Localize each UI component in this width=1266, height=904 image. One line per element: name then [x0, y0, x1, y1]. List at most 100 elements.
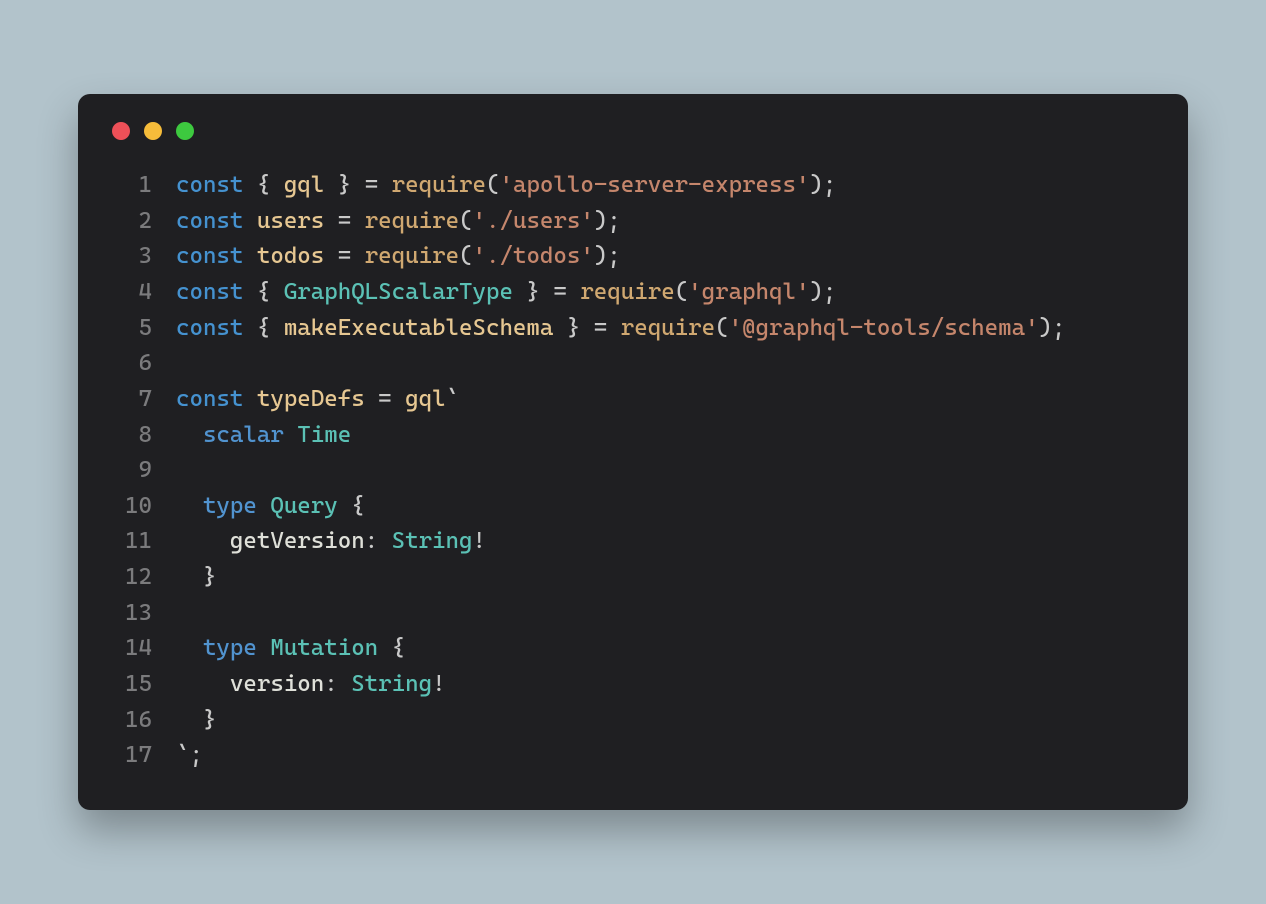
token-punct: ` — [446, 386, 459, 412]
code-content: const { gql } = require('apollo-server-e… — [176, 168, 836, 204]
code-content: const todos = require('./todos'); — [176, 239, 621, 275]
code-line: 15 version: String! — [108, 667, 1158, 703]
line-number: 13 — [108, 596, 152, 632]
token-ident: gql — [405, 386, 445, 412]
token-gqlkw: type — [203, 493, 257, 519]
token-punct: ! — [472, 528, 485, 554]
token-punct — [176, 493, 203, 519]
code-line: 13 — [108, 596, 1158, 632]
code-line: 10 type Query { — [108, 489, 1158, 525]
code-content: getVersion: String! — [176, 524, 486, 560]
token-punct: ); — [809, 172, 836, 198]
token-punct — [176, 422, 203, 448]
token-punct — [257, 493, 270, 519]
code-line: 2const users = require('./users'); — [108, 204, 1158, 240]
token-str: 'apollo-server-express' — [499, 172, 809, 198]
line-number: 3 — [108, 239, 152, 275]
token-gqlkw: type — [203, 635, 257, 661]
code-line: 17 `; — [108, 738, 1158, 774]
token-ident: todos — [257, 243, 324, 269]
line-number: 5 — [108, 311, 152, 347]
token-punct: } = — [513, 279, 580, 305]
line-number: 8 — [108, 418, 152, 454]
line-number: 1 — [108, 168, 152, 204]
code-line: 3 const todos = require('./todos'); — [108, 239, 1158, 275]
token-punct: { — [243, 279, 283, 305]
maximize-icon[interactable] — [176, 122, 194, 140]
code-line: 1 const { gql } = require('apollo-server-… — [108, 168, 1158, 204]
token-punct: ( — [486, 172, 499, 198]
line-number: 4 — [108, 275, 152, 311]
token-punct: ); — [809, 279, 836, 305]
code-line: 9 — [108, 453, 1158, 489]
token-punct: } = — [324, 172, 391, 198]
line-number: 15 — [108, 667, 152, 703]
token-str: './todos' — [473, 243, 594, 269]
code-content: const typeDefs = gql` — [176, 382, 459, 418]
token-punct — [176, 528, 230, 554]
token-kw: const — [176, 386, 243, 412]
code-line: 14 type Mutation { — [108, 631, 1158, 667]
token-punct — [243, 386, 256, 412]
token-punct: } = — [553, 315, 620, 341]
token-ident: users — [257, 208, 324, 234]
token-punct: = — [324, 243, 364, 269]
token-fn: require — [365, 243, 459, 269]
code-line: 4 const { GraphQLScalarType } = require('… — [108, 275, 1158, 311]
token-punct — [176, 671, 230, 697]
code-line: 12 } — [108, 560, 1158, 596]
token-punct — [243, 243, 256, 269]
token-punct: : — [365, 528, 392, 554]
line-number: 17 — [108, 738, 152, 774]
token-field: getVersion — [230, 528, 365, 554]
token-ident: gql — [284, 172, 324, 198]
token-punct: ); — [594, 208, 621, 234]
token-kw: const — [176, 279, 243, 305]
code-content: type Mutation { — [176, 631, 405, 667]
code-line: 5const { makeExecutableSchema } = requir… — [108, 311, 1158, 347]
code-line: 7 const typeDefs = gql` — [108, 382, 1158, 418]
code-line: 11 getVersion: String! — [108, 524, 1158, 560]
token-punct: `; — [176, 742, 203, 768]
line-number: 12 — [108, 560, 152, 596]
line-number: 2 — [108, 204, 152, 240]
token-punct: ( — [459, 243, 472, 269]
token-type: Query — [270, 493, 337, 519]
code-content: } — [176, 703, 216, 739]
token-punct: = — [365, 386, 405, 412]
code-content: version: String! — [176, 667, 446, 703]
token-punct: ); — [1039, 315, 1066, 341]
token-fn: require — [392, 172, 486, 198]
token-punct — [243, 208, 256, 234]
token-field: version — [230, 671, 324, 697]
code-content: `; — [176, 738, 203, 774]
line-number: 6 — [108, 346, 152, 382]
line-number: 11 — [108, 524, 152, 560]
token-ident: makeExecutableSchema — [284, 315, 554, 341]
code-content: } — [176, 560, 216, 596]
token-str: './users' — [473, 208, 594, 234]
line-number: 7 — [108, 382, 152, 418]
token-kw: const — [176, 243, 243, 269]
token-class: GraphQLScalarType — [284, 279, 513, 305]
token-punct: { — [378, 635, 405, 661]
token-punct: ! — [432, 671, 445, 697]
close-icon[interactable] — [112, 122, 130, 140]
token-kw: const — [176, 172, 243, 198]
token-fn: require — [621, 315, 715, 341]
code-line: 16 } — [108, 703, 1158, 739]
line-number: 14 — [108, 631, 152, 667]
token-punct: ( — [715, 315, 728, 341]
token-str: '@graphql-tools/schema' — [729, 315, 1039, 341]
token-punct: } — [176, 564, 216, 590]
token-type: String — [392, 528, 473, 554]
minimize-icon[interactable] — [144, 122, 162, 140]
token-fn: require — [580, 279, 674, 305]
token-punct: ); — [594, 243, 621, 269]
code-content: const { GraphQLScalarType } = require('g… — [176, 275, 836, 311]
token-punct: ( — [459, 208, 472, 234]
line-number: 16 — [108, 703, 152, 739]
token-type: Mutation — [270, 635, 378, 661]
code-area[interactable]: 1const { gql } = require('apollo-server-… — [108, 168, 1158, 774]
token-fn: require — [365, 208, 459, 234]
